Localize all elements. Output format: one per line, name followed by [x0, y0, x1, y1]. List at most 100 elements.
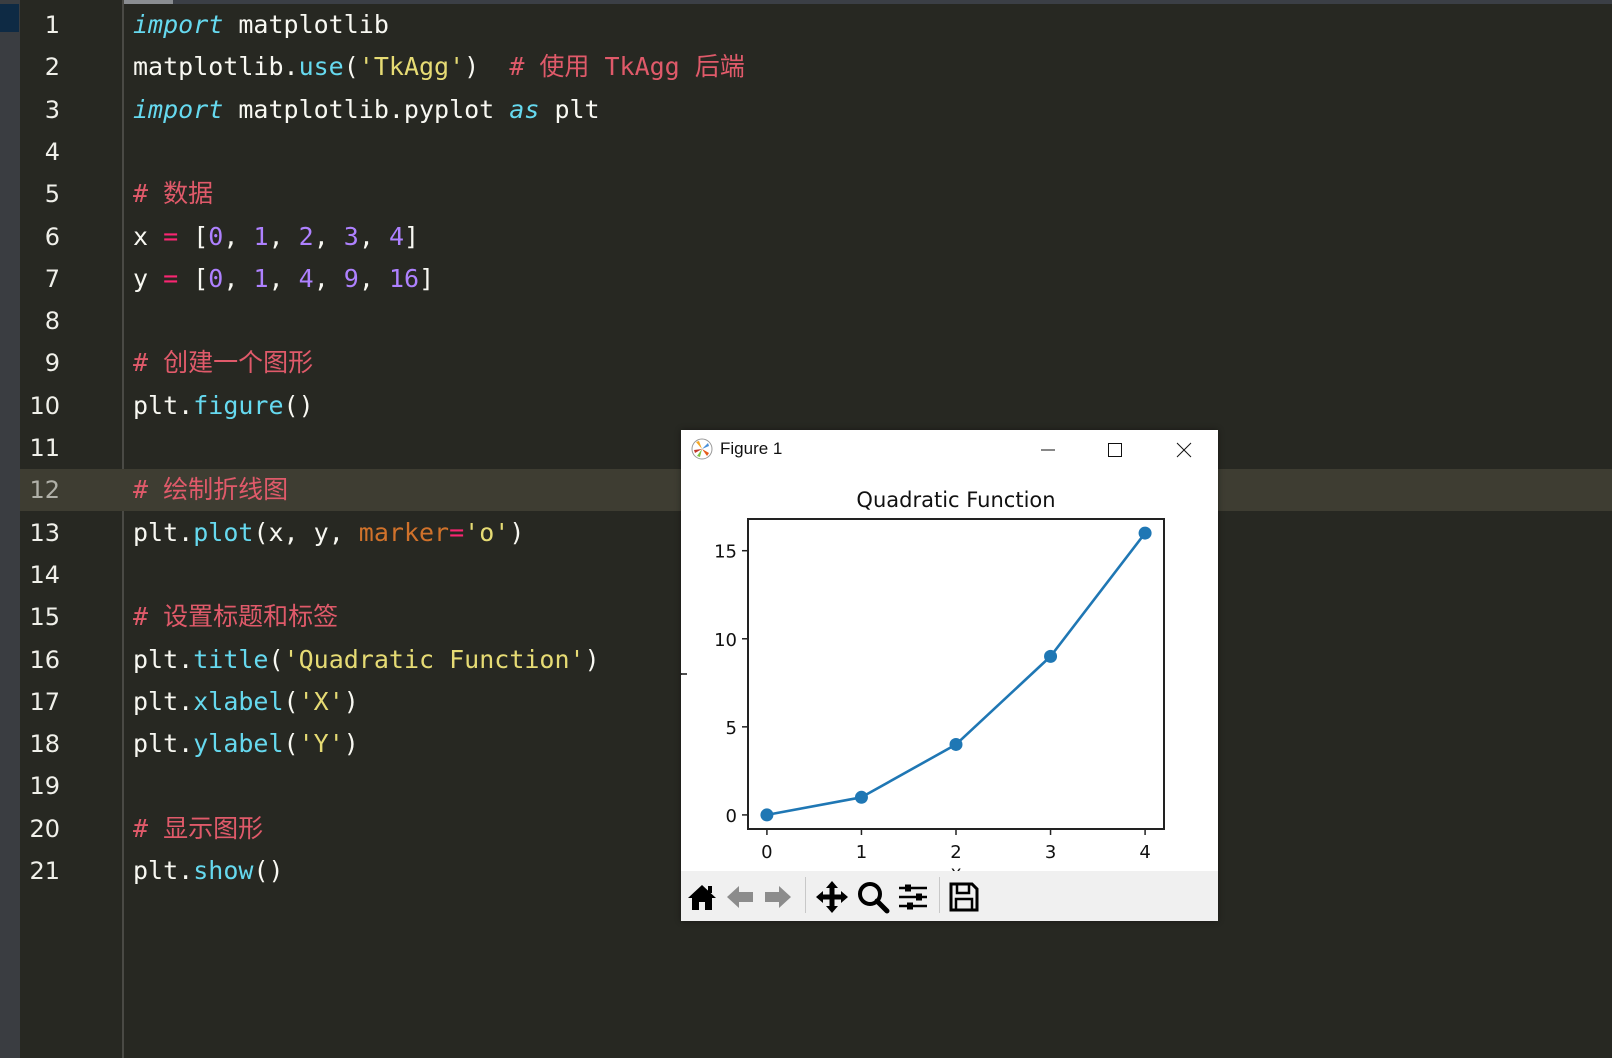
code-text: import matplotlib [133, 4, 389, 46]
code-line[interactable]: 4 [20, 131, 1600, 173]
zoom-button[interactable] [855, 879, 891, 915]
code-text: # 设置标题和标签 [133, 596, 338, 638]
data-point-marker [949, 737, 963, 751]
active-marker [0, 4, 19, 32]
chart-canvas[interactable]: Quadratic Function 01234 051015 Y X [681, 430, 1218, 871]
code-text: # 绘制折线图 [133, 469, 288, 511]
code-token: () [283, 390, 314, 420]
code-text: plt.figure() [133, 385, 314, 427]
code-token: = [163, 263, 179, 293]
home-button[interactable] [684, 879, 720, 915]
code-token: 16 [388, 263, 420, 293]
code-token: , [313, 263, 344, 293]
line-number: 20 [29, 814, 60, 843]
figure-window[interactable]: Figure 1 Quadratic Function 01234 0 5 10 15… [681, 430, 1218, 921]
code-token: 2 [298, 221, 314, 251]
forward-button[interactable] [760, 879, 796, 915]
y-tick-label: 0 [726, 806, 737, 827]
line-number: 4 [44, 137, 60, 166]
configure-subplots-button[interactable] [895, 879, 931, 915]
code-token: plt. [133, 856, 194, 885]
data-point-marker [1044, 649, 1058, 663]
code-line[interactable]: 7 y = [0, 1, 4, 9, 16] [20, 258, 1600, 300]
code-token: 4 [298, 263, 314, 293]
activity-strip [0, 0, 20, 1058]
code-token: y [133, 263, 164, 293]
x-tick-label: 2 [950, 842, 961, 863]
line-number: 8 [44, 307, 60, 336]
code-token: plt. [133, 729, 194, 759]
code-token: , [268, 221, 299, 251]
code-token: title [193, 644, 269, 674]
code-text: # 数据 [133, 173, 213, 215]
code-token: ( [268, 644, 284, 674]
code-token: , [223, 221, 254, 251]
code-token: ) [464, 52, 510, 82]
code-token: 4 [388, 221, 405, 251]
x-tick-label: 3 [1045, 842, 1056, 863]
data-point-marker [854, 790, 868, 804]
code-token: ( [283, 729, 299, 759]
back-button[interactable] [722, 879, 758, 915]
code-text: plt.ylabel('Y') [133, 723, 359, 765]
code-token: 'Y' [298, 729, 344, 759]
code-token: xlabel [193, 686, 284, 716]
code-token: = [163, 221, 179, 251]
code-line[interactable]: 2 matplotlib.use('TkAgg') # 使用 TkAgg 后端 [20, 46, 1600, 88]
x-tick-label: 1 [856, 842, 867, 863]
line-number: 6 [44, 222, 60, 251]
code-token: plt. [133, 686, 194, 716]
code-token: plot [193, 517, 254, 547]
code-token: use [298, 52, 344, 82]
code-token: plt. [133, 390, 194, 420]
code-token: ylabel [193, 729, 284, 759]
code-line[interactable]: 3 import matplotlib.pyplot as plt [20, 89, 1600, 131]
floppy-disk-icon [949, 882, 979, 912]
line-number: 21 [29, 857, 60, 885]
code-token: ) [343, 729, 359, 759]
code-token: matplotlib. [133, 52, 299, 82]
line-number: 15 [29, 603, 60, 632]
move-icon [816, 881, 848, 913]
code-token: # 显示图形 [133, 813, 264, 843]
line-number: 18 [29, 730, 60, 759]
code-text: import matplotlib.pyplot as plt [133, 89, 600, 131]
code-token: , [313, 221, 344, 251]
code-token: 1 [253, 263, 269, 293]
code-token: 9 [343, 263, 359, 293]
line-number: 10 [29, 391, 60, 420]
line-number: 9 [44, 349, 60, 378]
code-token: [ [178, 221, 209, 251]
y-tick-label: 10 [714, 630, 737, 651]
code-line[interactable]: 8 [20, 300, 1600, 342]
line-number: 7 [44, 264, 60, 293]
code-token: 0 [208, 263, 224, 293]
code-token: ) [584, 644, 600, 674]
save-button[interactable] [946, 879, 982, 915]
code-line[interactable]: 6 x = [0, 1, 2, 3, 4] [20, 216, 1600, 258]
series-line [766, 532, 1147, 817]
data-point-marker [760, 808, 774, 822]
pan-button[interactable] [814, 879, 850, 915]
code-text: plt.show() [133, 850, 284, 892]
code-token: # 绘制折线图 [133, 475, 289, 505]
code-token: plt [539, 94, 600, 124]
toolbar-separator [939, 877, 940, 913]
code-token: figure [193, 390, 284, 420]
code-line[interactable]: 9 # 创建一个图形 [20, 342, 1600, 384]
line-number: 16 [29, 645, 60, 674]
code-token: 'o' [464, 517, 510, 547]
line-number: 2 [44, 53, 60, 82]
code-text: y = [0, 1, 4, 9, 16] [133, 258, 434, 300]
code-line[interactable]: 1 import matplotlib [20, 4, 1600, 46]
code-line[interactable]: 5 # 数据 [20, 173, 1600, 215]
line-number: 14 [29, 560, 60, 589]
code-line[interactable]: 10 plt.figure() [20, 385, 1600, 427]
code-token: plt. [133, 644, 194, 674]
line-number: 1 [44, 11, 60, 39]
x-tick-label: 4 [1139, 842, 1150, 863]
code-token: marker [358, 517, 450, 547]
code-token: 'X' [298, 686, 344, 716]
code-token: matplotlib.pyplot [223, 94, 510, 124]
code-token: , [358, 263, 389, 293]
